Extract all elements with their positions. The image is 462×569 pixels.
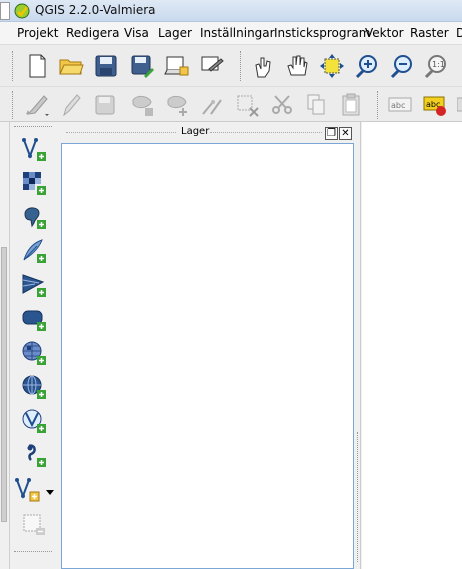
menu-layer[interactable]: Lager bbox=[158, 26, 192, 40]
toolbar-grip[interactable] bbox=[240, 51, 243, 81]
header-grip bbox=[66, 132, 176, 134]
layers-panel: Lager ❐ ✕ bbox=[60, 122, 356, 569]
layer-labeling-icon[interactable]: abc bbox=[421, 91, 449, 119]
toolbar-grip[interactable] bbox=[12, 51, 15, 81]
save-as-icon[interactable] bbox=[128, 52, 156, 80]
save-layer-edits-icon[interactable] bbox=[92, 91, 120, 119]
menu-project[interactable]: Projekt bbox=[17, 26, 58, 40]
toggle-editing-icon[interactable] bbox=[57, 91, 85, 119]
map-canvas[interactable] bbox=[362, 122, 462, 569]
dock-splitter[interactable] bbox=[356, 122, 361, 569]
close-panel-button[interactable]: ✕ bbox=[339, 127, 352, 140]
add-feature-icon[interactable] bbox=[128, 91, 156, 119]
add-vector-layer-icon[interactable] bbox=[20, 135, 48, 163]
add-spatialite-layer-icon[interactable] bbox=[20, 237, 48, 265]
toolbar-grip[interactable] bbox=[12, 91, 15, 119]
cut-features-icon[interactable] bbox=[268, 91, 296, 119]
menu-edit[interactable]: Redigera bbox=[66, 26, 119, 40]
node-tool-icon[interactable] bbox=[198, 91, 226, 119]
delete-selected-icon[interactable] bbox=[233, 91, 261, 119]
paste-features-icon[interactable] bbox=[337, 91, 365, 119]
qgis-logo-icon bbox=[14, 3, 30, 19]
window-title: QGIS 2.2.0-Valmiera bbox=[35, 3, 156, 17]
save-project-icon[interactable] bbox=[92, 52, 120, 80]
add-wcs-layer-icon[interactable] bbox=[20, 373, 48, 401]
svg-text:1:1: 1:1 bbox=[432, 60, 445, 69]
move-feature-icon[interactable] bbox=[163, 91, 191, 119]
touch-zoom-icon[interactable] bbox=[249, 52, 277, 80]
zoom-actual-size-icon[interactable]: 1:1 bbox=[422, 52, 450, 80]
add-oracle-layer-icon[interactable] bbox=[20, 305, 48, 333]
toolbar-grip[interactable] bbox=[14, 551, 52, 554]
add-raster-layer-icon[interactable] bbox=[20, 169, 48, 197]
splitter-grip bbox=[357, 432, 359, 562]
layers-panel-title: Lager bbox=[181, 126, 210, 137]
new-vector-layer-icon[interactable] bbox=[14, 475, 58, 503]
menu-database[interactable]: D bbox=[456, 26, 462, 40]
zoom-out-icon[interactable] bbox=[388, 52, 416, 80]
toolbar-grip[interactable] bbox=[14, 126, 52, 129]
float-panel-button[interactable]: ❐ bbox=[325, 127, 338, 140]
menu-view[interactable]: Visa bbox=[124, 26, 149, 40]
new-project-icon[interactable] bbox=[23, 52, 51, 80]
add-mssql-layer-icon[interactable] bbox=[20, 271, 48, 299]
manage-layers-toolbar bbox=[0, 122, 60, 569]
open-project-icon[interactable] bbox=[57, 52, 85, 80]
svg-text:abc: abc bbox=[391, 101, 405, 110]
add-delimited-text-layer-icon[interactable] bbox=[20, 441, 48, 469]
layer-tree[interactable] bbox=[61, 143, 354, 569]
zoom-in-icon[interactable] bbox=[353, 52, 381, 80]
move-label-icon[interactable] bbox=[456, 91, 462, 119]
menu-settings[interactable]: Inställningar bbox=[200, 26, 275, 40]
menu-vector[interactable]: Vektor bbox=[365, 26, 404, 40]
menu-raster[interactable]: Raster bbox=[410, 26, 449, 40]
menu-bar: Projekt Redigera Visa Lager Inställninga… bbox=[0, 22, 462, 44]
left-dock-scrollbar[interactable] bbox=[1, 247, 7, 522]
pan-to-selection-icon[interactable] bbox=[318, 52, 346, 80]
add-wms-layer-icon[interactable] bbox=[20, 339, 48, 367]
remove-layer-icon[interactable] bbox=[20, 511, 48, 539]
layers-panel-header[interactable]: Lager ❐ ✕ bbox=[60, 125, 356, 141]
label-icon[interactable]: abc bbox=[386, 91, 414, 119]
window-edge bbox=[0, 2, 10, 20]
current-edits-icon[interactable] bbox=[23, 91, 51, 119]
header-grip bbox=[210, 132, 322, 134]
toolbar-grip[interactable] bbox=[377, 91, 380, 119]
window-title-bar: QGIS 2.2.0-Valmiera bbox=[0, 0, 462, 22]
menu-plugins[interactable]: Insticksprogram bbox=[274, 26, 370, 40]
file-navigation-toolbar: 1:1 bbox=[0, 44, 462, 86]
add-wfs-layer-icon[interactable] bbox=[20, 407, 48, 435]
pan-icon[interactable] bbox=[283, 52, 311, 80]
copy-features-icon[interactable] bbox=[302, 91, 330, 119]
new-print-composer-icon[interactable] bbox=[163, 52, 191, 80]
add-postgis-layer-icon[interactable] bbox=[20, 203, 48, 231]
digitizing-toolbar: abc abc bbox=[0, 86, 462, 122]
composer-manager-icon[interactable] bbox=[198, 52, 226, 80]
